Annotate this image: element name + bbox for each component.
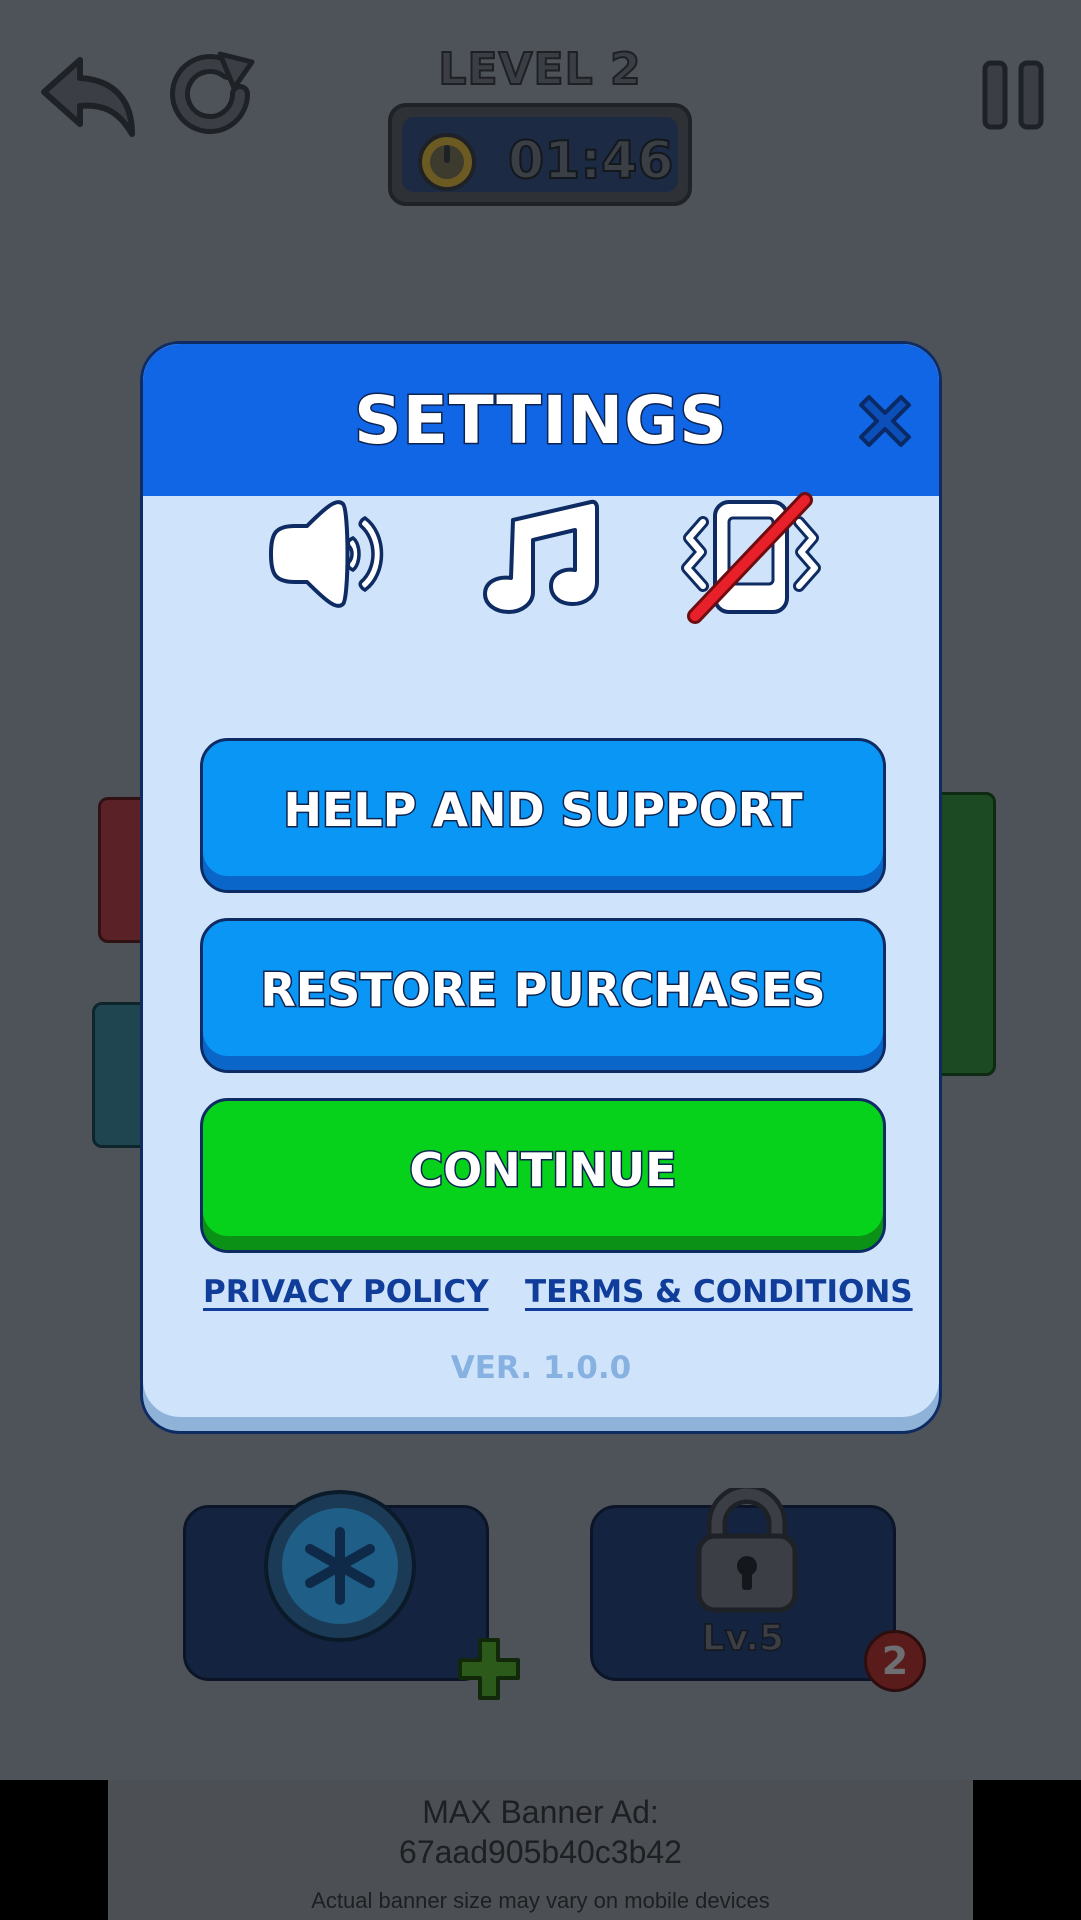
- lock-icon: [696, 1488, 798, 1613]
- settings-modal: SETTINGS HELP AND SUPPORT RESTORE PURCHA…: [140, 341, 942, 1434]
- locked-booster[interactable]: Lv.5: [590, 1488, 896, 1681]
- ad-note: Actual banner size may vary on mobile de…: [311, 1888, 770, 1913]
- help-and-support-button[interactable]: HELP AND SUPPORT: [200, 738, 886, 893]
- stopwatch-icon: [418, 133, 476, 191]
- continue-button[interactable]: CONTINUE: [200, 1098, 886, 1253]
- help-and-support-label: HELP AND SUPPORT: [282, 782, 804, 839]
- modal-header: SETTINGS: [143, 344, 939, 496]
- ad-margin-right: [973, 1780, 1081, 1920]
- version-label: VER. 1.0.0: [450, 1350, 632, 1386]
- music-note-icon[interactable]: [475, 492, 601, 616]
- timer-value: 01:46: [507, 130, 675, 192]
- speaker-icon[interactable]: [265, 492, 407, 616]
- restore-purchases-button[interactable]: RESTORE PURCHASES: [200, 918, 886, 1073]
- snowflake-icon: [264, 1490, 416, 1642]
- restore-purchases-label: RESTORE PURCHASES: [259, 962, 827, 1019]
- redo-icon[interactable]: [170, 48, 260, 144]
- booster-level-label: Lv.5: [701, 1617, 785, 1660]
- undo-icon[interactable]: [40, 50, 140, 140]
- level-title: LEVEL 2: [437, 43, 642, 96]
- add-icon[interactable]: [456, 1636, 522, 1702]
- banner-ad[interactable]: MAX Banner Ad: 67aad905b40c3b42 Actual b…: [108, 1780, 973, 1920]
- terms-and-conditions-link[interactable]: TERMS & CONDITIONS: [525, 1274, 913, 1310]
- privacy-policy-link[interactable]: PRIVACY POLICY: [203, 1274, 489, 1310]
- close-icon[interactable]: [853, 389, 917, 453]
- ad-title: MAX Banner Ad:: [422, 1794, 659, 1830]
- count-badge: 2: [864, 1630, 926, 1692]
- pause-icon[interactable]: [982, 60, 1044, 130]
- continue-label: CONTINUE: [408, 1142, 678, 1199]
- ad-margin-left: [0, 1780, 108, 1920]
- vibration-icon[interactable]: [673, 492, 829, 626]
- modal-title: SETTINGS: [353, 381, 729, 461]
- timer: 01:46: [388, 103, 692, 206]
- freeze-booster[interactable]: [183, 1490, 520, 1700]
- ad-id: 67aad905b40c3b42: [399, 1834, 682, 1870]
